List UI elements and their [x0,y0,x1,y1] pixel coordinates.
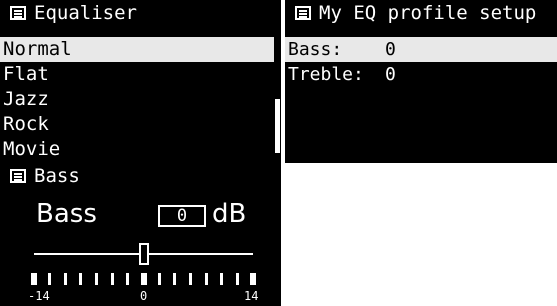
menu-item-normal[interactable]: Normal [0,37,274,62]
scale-tick [95,273,99,285]
scale-min-label: -14 [28,289,50,303]
scale-tick [110,273,114,285]
scale-tick [31,273,37,285]
scale-tick [220,273,224,285]
bass-value-box[interactable]: 0 [158,205,206,227]
profile-bass-value: 0 [385,39,396,60]
scale-tick [188,273,192,285]
scale-tick [140,273,147,285]
scale-tick [48,273,52,285]
menu-item-movie[interactable]: Movie [0,137,274,162]
profile-bass-label: Bass: [288,39,343,60]
profile-row-bass[interactable]: Bass: 0 [285,37,557,62]
menu-scrollbar[interactable] [274,37,281,163]
menu-list-icon [10,169,26,183]
eq-profile-list: Bass: 0 Treble: 0 [285,37,557,163]
bass-scale-ticks [31,273,256,287]
scale-tick [63,273,67,285]
scale-max-label: 14 [244,289,259,303]
equaliser-title: Equaliser [34,2,137,24]
equaliser-titlebar: Equaliser [0,0,281,28]
equaliser-panel: Equaliser Normal Flat Jazz Rock Movie [0,0,281,163]
profile-treble-label: Treble: [288,64,364,85]
bass-slider-handle[interactable] [138,243,149,265]
equaliser-menu: Normal Flat Jazz Rock Movie [0,37,274,162]
scale-tick [250,273,256,285]
scale-mid-label: 0 [140,289,148,303]
bass-title: Bass [34,165,80,187]
bass-panel: Bass Bass 0 dB -14 0 14 [0,163,281,306]
scale-tick [126,273,130,285]
menu-item-rock[interactable]: Rock [0,112,274,137]
scale-tick [235,273,239,285]
scale-tick [157,273,161,285]
eq-profile-title: My EQ profile setup [319,2,537,24]
menu-list-icon [10,6,26,20]
scale-tick [204,273,208,285]
menu-list-icon [295,6,311,20]
menu-item-flat[interactable]: Flat [0,62,274,87]
profile-row-treble[interactable]: Treble: 0 [285,62,557,87]
bass-titlebar: Bass [0,163,281,191]
scale-tick [173,273,177,285]
scale-tick [79,273,83,285]
menu-item-jazz[interactable]: Jazz [0,87,274,112]
bass-body: Bass 0 dB -14 0 14 [0,191,281,306]
menu-scrollbar-thumb[interactable] [275,99,280,153]
bass-unit: dB [212,199,247,229]
eq-profile-titlebar: My EQ profile setup [285,0,557,28]
profile-treble-value: 0 [385,64,396,85]
bass-label: Bass [36,199,97,229]
eq-profile-panel: My EQ profile setup Bass: 0 Treble: 0 [285,0,557,163]
